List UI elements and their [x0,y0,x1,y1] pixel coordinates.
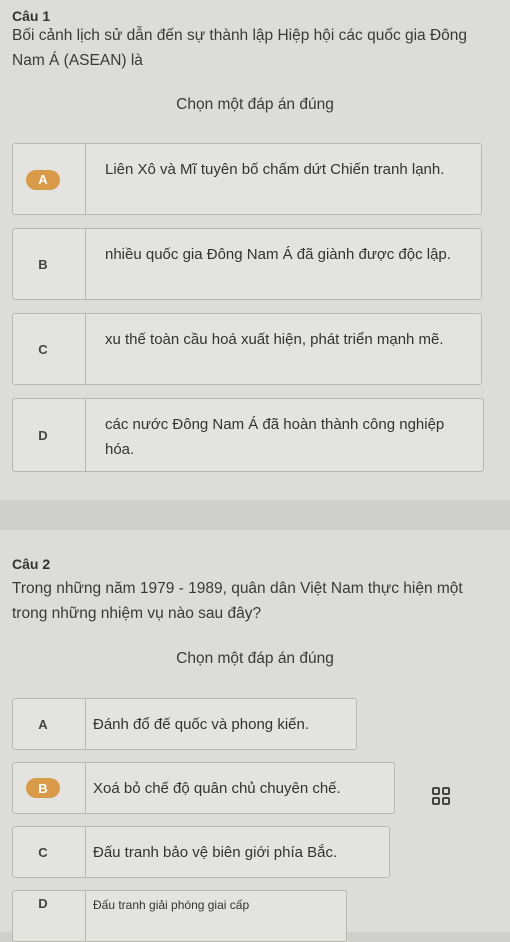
divider [85,763,86,813]
divider [85,891,86,941]
option-b[interactable]: B Xoá bỏ chế độ quân chủ chuyên chế. [12,762,395,814]
option-letter: C [38,844,48,860]
question-card-2: Câu 2 Trong những năm 1979 - 1989, quân … [0,530,510,942]
option-d[interactable]: D các nước Đông Nam Á đã hoàn thành công… [12,398,484,472]
option-text: Đánh đổ đế quốc và phong kiến. [93,716,309,733]
option-letter: D [38,895,48,911]
option-text: Liên Xô và Mĩ tuyên bố chấm dứt Chiến tr… [105,161,445,178]
option-text: Xoá bỏ chế độ quân chủ chuyên chế. [93,780,341,797]
divider [85,144,86,214]
option-c[interactable]: C Đấu tranh bảo vệ biên giới phía Bắc. [12,826,390,878]
option-c[interactable]: C xu thế toàn cầu hoá xuất hiện, phát tr… [12,313,482,385]
option-b[interactable]: B nhiều quốc gia Đông Nam Á đã giành đượ… [12,228,482,300]
question-card-1: Câu 1 Bối cảnh lịch sử dẫn đến sự thành … [0,0,510,500]
option-text: Đấu tranh giải phóng giai cấp [93,898,250,912]
question-title: Câu 2 [12,556,51,572]
question-text: Bối cảnh lịch sử dẫn đến sự thành lập Hi… [12,27,468,69]
option-letter: B [38,256,48,272]
option-letter: D [38,427,48,443]
answer-hint: Chọn một đáp án đúng [176,650,334,667]
divider [85,699,86,749]
option-text: Đấu tranh bảo vệ biên giới phía Bắc. [93,844,338,861]
answer-hint: Chọn một đáp án đúng [176,96,334,113]
divider [85,314,86,384]
option-text: xu thế toàn cầu hoá xuất hiện, phát triể… [105,331,444,348]
option-letter: A [38,716,48,732]
option-d[interactable]: D Đấu tranh giải phóng giai cấp [12,890,347,942]
question-title: Câu 1 [12,8,51,24]
option-a[interactable]: A Đánh đổ đế quốc và phong kiến. [12,698,357,750]
option-text: nhiều quốc gia Đông Nam Á đã giành được … [105,246,451,263]
divider [85,827,86,877]
option-a[interactable]: A Liên Xô và Mĩ tuyên bố chấm dứt Chiến … [12,143,482,215]
option-letter: C [38,341,48,357]
option-letter: B [38,780,48,796]
divider [85,229,86,299]
option-text: các nước Đông Nam Á đã hoàn thành công n… [105,416,445,458]
grid-expand-icon[interactable] [431,786,451,806]
question-text: Trong những năm 1979 - 1989, quân dân Vi… [12,580,463,622]
divider [85,399,86,471]
option-letter: A [38,171,48,187]
